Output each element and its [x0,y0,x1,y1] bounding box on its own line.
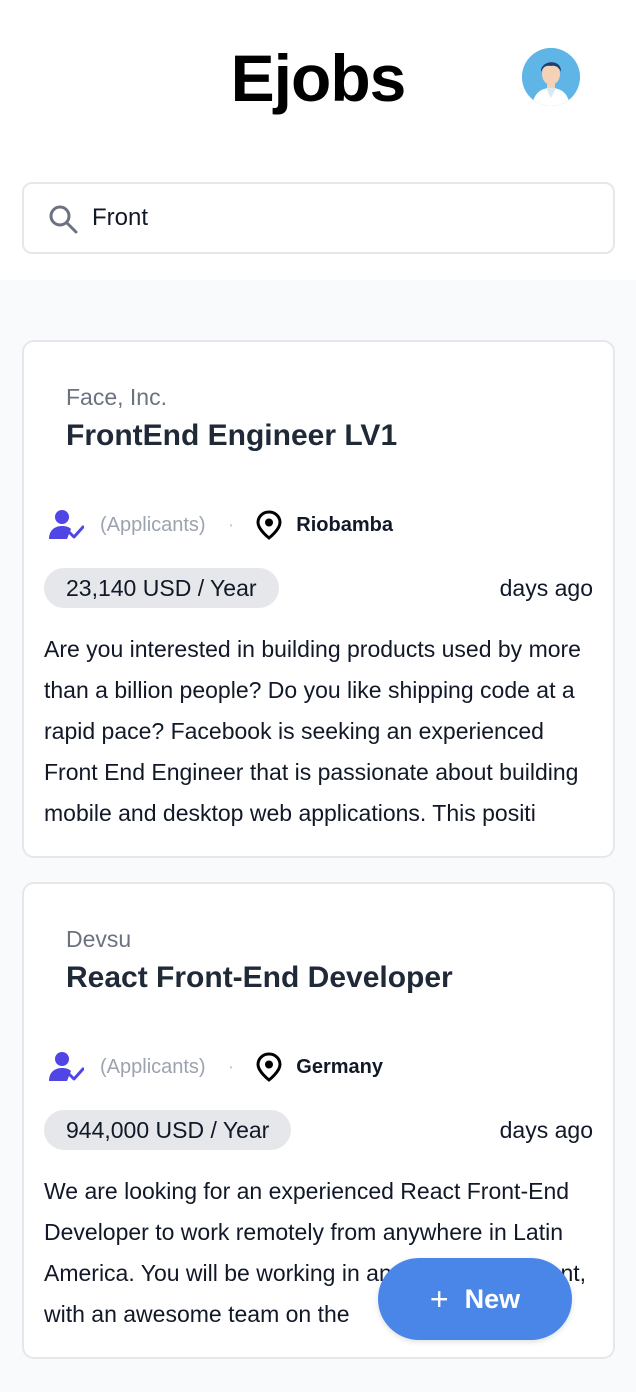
search-bar [22,182,615,254]
plus-icon: + [429,1281,449,1317]
job-card[interactable]: Face, Inc. FrontEnd Engineer LV1 (Applic… [22,340,615,858]
job-meta: (Applicants) · Riobamba [44,505,593,545]
salary-row: 23,140 USD / Year days ago [44,567,593,609]
user-check-icon [49,510,84,539]
job-location: Germany [296,1055,383,1078]
user-check-icon [49,1052,84,1081]
app-header: Ejobs [0,0,636,280]
company-name: Face, Inc. [66,384,167,410]
search-input[interactable] [92,184,592,252]
meta-separator: · [227,513,235,536]
job-list: Face, Inc. FrontEnd Engineer LV1 (Applic… [22,340,615,1383]
salary-badge: 944,000 USD / Year [44,1110,292,1150]
search-icon [49,205,78,234]
new-job-button[interactable]: + New [378,1258,572,1340]
avatar-icon [522,48,580,106]
applicants-count: (Applicants) [100,513,206,536]
applicants-count: (Applicants) [100,1055,206,1078]
posted-date: days ago [499,1116,593,1143]
new-job-label: New [464,1283,521,1314]
job-description: Are you interested in building products … [44,636,581,826]
posted-date: days ago [499,574,593,601]
job-title[interactable]: FrontEnd Engineer LV1 [44,419,593,453]
map-pin-icon [256,1052,282,1082]
meta-separator: · [227,1055,235,1078]
job-title[interactable]: React Front-End Developer [44,961,593,995]
map-pin-icon [256,510,282,540]
job-location: Riobamba [296,513,393,536]
company-name: Devsu [66,926,132,952]
salary-badge: 23,140 USD / Year [44,568,279,608]
salary-row: 944,000 USD / Year days ago [44,1109,593,1151]
job-meta: (Applicants) · Germany [44,1047,593,1087]
user-avatar[interactable] [522,48,580,106]
